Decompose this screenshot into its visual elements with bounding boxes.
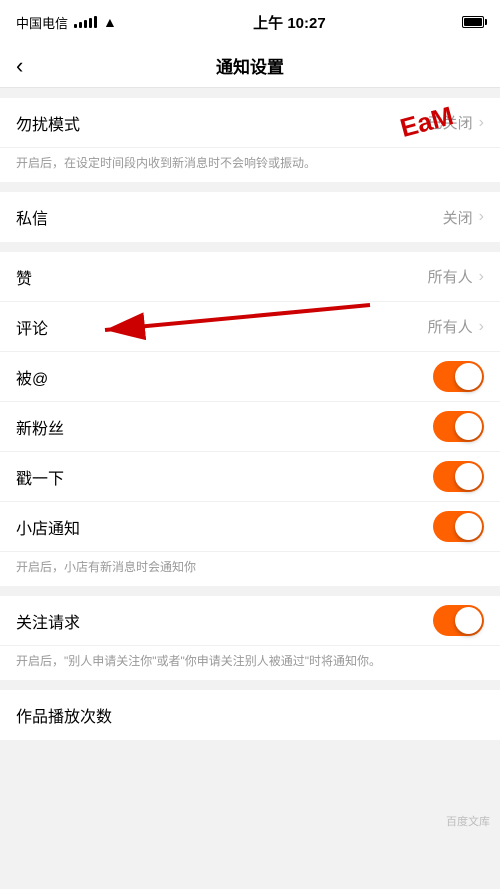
section-dnd: 勿扰模式 已关闭 › 开启后，在设定时间段内收到新消息时不会响铃或振动。 [0,98,500,182]
row-fans: 新粉丝 [0,402,500,452]
row-dnd[interactable]: 勿扰模式 已关闭 › [0,98,500,148]
text-comment: 所有人 [428,316,473,337]
row-poke: 戳一下 [0,452,500,502]
label-shop: 小店通知 [16,515,80,539]
chevron-dnd: › [479,114,484,132]
chevron-like: › [479,268,484,286]
toggle-knob-fans [455,413,482,440]
label-playcount: 作品播放次数 [16,703,112,727]
toggle-follow[interactable] [433,605,484,636]
value-like: 所有人 › [428,266,484,287]
section-playcount: 作品播放次数 [0,690,500,740]
desc-shop: 开启后，小店有新消息时会通知你 [0,552,500,586]
text-private: 关闭 [443,207,473,228]
value-comment: 所有人 › [428,316,484,337]
status-bar: 中国电信 ▲ 上午 10:27 [0,0,500,44]
chevron-comment: › [479,318,484,336]
toggle-knob-shop [455,513,482,540]
desc-follow: 开启后，"别人申请关注你"或者"你申请关注别人被通过"时将通知你。 [0,646,500,680]
row-follow: 关注请求 [0,596,500,646]
row-playcount[interactable]: 作品播放次数 [0,690,500,740]
label-poke: 戳一下 [16,465,64,489]
section-gap-4 [0,586,500,596]
row-private[interactable]: 私信 关闭 › [0,192,500,242]
toggle-shop[interactable] [433,511,484,542]
text-dnd: 已关闭 [428,112,473,133]
section-gap-1 [0,88,500,98]
wifi-icon: ▲ [103,14,117,30]
section-gap-3 [0,242,500,252]
battery-icon [462,16,484,28]
toggle-knob-at [455,363,482,390]
signal-bars [74,16,97,28]
section-private: 私信 关闭 › [0,192,500,242]
value-private: 关闭 › [443,207,484,228]
label-dnd: 勿扰模式 [16,111,80,135]
nav-bar: ‹ 通知设置 [0,44,500,88]
label-at: 被@ [16,365,48,389]
row-like[interactable]: 赞 所有人 › [0,252,500,302]
chevron-private: › [479,208,484,226]
label-private: 私信 [16,205,48,229]
row-at: 被@ [0,352,500,402]
status-time: 上午 10:27 [253,12,326,33]
status-right [462,16,484,28]
toggle-knob-poke [455,463,482,490]
section-gap-5 [0,680,500,690]
toggle-knob-follow [455,607,482,634]
label-comment: 评论 [16,315,48,339]
page-wrapper: 中国电信 ▲ 上午 10:27 ‹ 通知设置 勿扰模式 已关闭 [0,0,500,889]
row-shop: 小店通知 [0,502,500,552]
watermark: 百度文库 [446,813,490,829]
desc-dnd: 开启后，在设定时间段内收到新消息时不会响铃或振动。 [0,148,500,182]
back-button[interactable]: ‹ [16,55,23,77]
page-title: 通知设置 [216,53,284,78]
toggle-fans[interactable] [433,411,484,442]
label-follow: 关注请求 [16,609,80,633]
value-dnd: 已关闭 › [428,112,484,133]
label-like: 赞 [16,265,32,289]
toggle-at[interactable] [433,361,484,392]
section-gap-2 [0,182,500,192]
label-fans: 新粉丝 [16,415,64,439]
status-left: 中国电信 ▲ [16,13,117,32]
carrier-label: 中国电信 [16,13,68,32]
section-follow: 关注请求 开启后，"别人申请关注你"或者"你申请关注别人被通过"时将通知你。 [0,596,500,680]
text-like: 所有人 [428,266,473,287]
section-interactions: 赞 所有人 › 评论 所有人 › 被@ 新粉丝 [0,252,500,586]
toggle-poke[interactable] [433,461,484,492]
row-comment[interactable]: 评论 所有人 › [0,302,500,352]
